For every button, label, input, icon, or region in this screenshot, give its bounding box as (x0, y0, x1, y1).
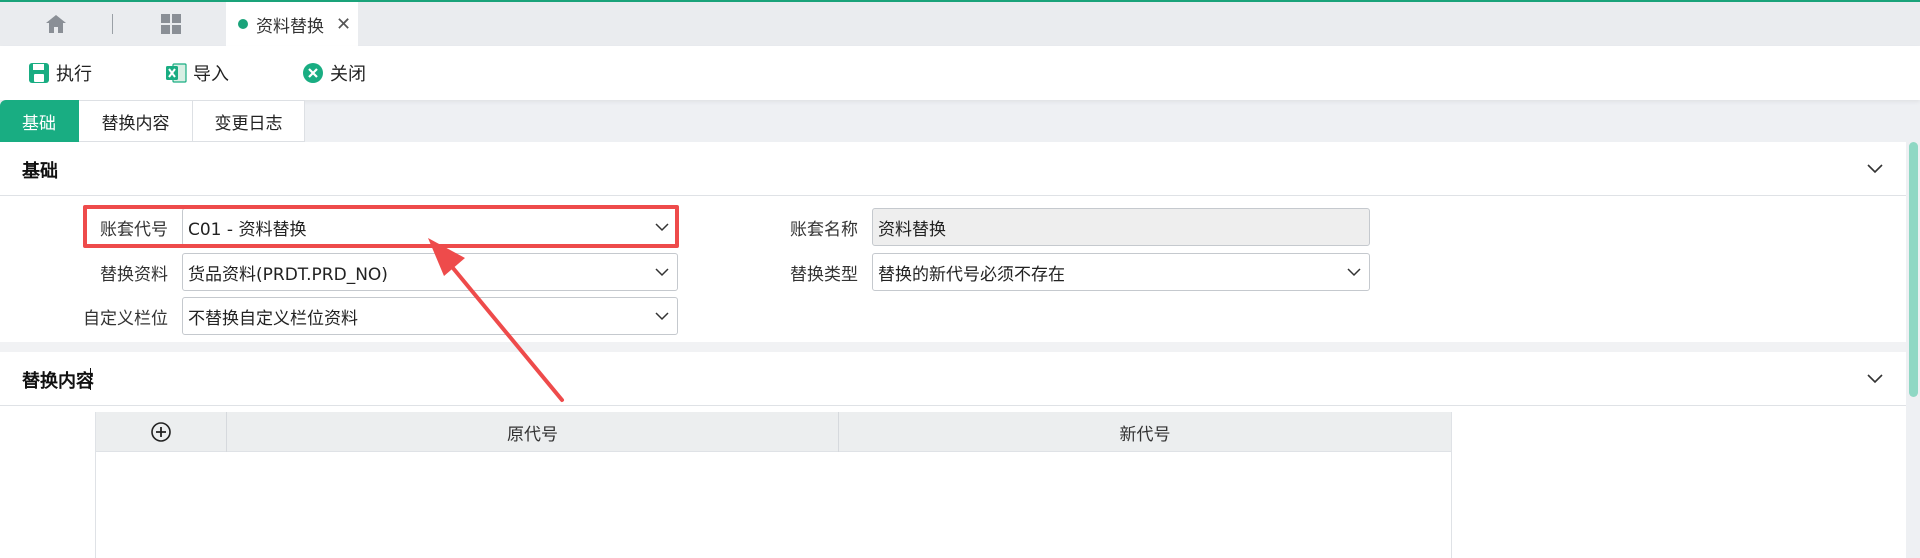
custom-field-select[interactable]: 不替换自定义栏位资料 (182, 297, 678, 335)
account-name-label: 账套名称 (790, 220, 858, 240)
section-title: 替换内容 (22, 371, 94, 392)
replace-grid: 原代号 新代号 (95, 412, 1452, 558)
tab-basic[interactable]: 基础 (0, 100, 79, 142)
tab-label: 资料替换 (256, 16, 324, 37)
import-label: 导入 (193, 64, 229, 85)
chevron-down-icon[interactable] (1866, 160, 1884, 178)
save-icon (29, 63, 49, 83)
column-old-code[interactable]: 原代号 (227, 412, 839, 452)
execute-label: 执行 (56, 64, 92, 85)
annotation-highlight-box (83, 205, 679, 248)
tab-change-log[interactable]: 变更日志 (193, 100, 305, 142)
add-row-button[interactable] (96, 412, 227, 452)
home-icon (46, 15, 66, 33)
scrollbar-thumb[interactable] (1909, 142, 1918, 397)
replace-data-value: 货品资料(PRDT.PRD_NO) (188, 264, 388, 285)
active-dot-icon (238, 19, 248, 29)
account-name-value: 资料替换 (878, 219, 946, 240)
plus-circle-icon (151, 422, 171, 442)
replace-type-select[interactable]: 替换的新代号必须不存在 (872, 253, 1370, 291)
import-button[interactable]: 导入 (165, 46, 229, 100)
toolbar: 执行 导入 关闭 (0, 46, 1920, 100)
section-title: 基础 (22, 161, 58, 182)
excel-icon (166, 63, 187, 83)
custom-field-value: 不替换自定义栏位资料 (188, 308, 358, 329)
apps-tab[interactable] (140, 2, 202, 46)
chevron-down-icon (647, 311, 677, 321)
grid-header: 原代号 新代号 (96, 412, 1451, 452)
execute-button[interactable]: 执行 (28, 46, 92, 100)
account-name-field: 资料替换 (872, 208, 1370, 246)
section-tabs: 基础 替换内容 变更日志 (0, 100, 305, 142)
window-tab-bar: 资料替换 ✕ (0, 0, 1920, 46)
close-label: 关闭 (330, 64, 366, 85)
tab-separator (112, 14, 113, 34)
replace-type-value: 替换的新代号必须不存在 (878, 264, 1065, 285)
column-new-code[interactable]: 新代号 (839, 412, 1451, 452)
grid-apps-icon (161, 14, 181, 34)
tab-replace-content[interactable]: 替换内容 (79, 100, 193, 142)
section-basic-header[interactable]: 基础 (0, 142, 1906, 196)
section-replace-header[interactable]: 替换内容 (0, 352, 1906, 406)
home-tab[interactable] (25, 2, 87, 46)
text-caret (90, 368, 91, 390)
close-button[interactable]: 关闭 (302, 46, 366, 100)
replace-data-label: 替换资料 (100, 265, 168, 285)
replace-type-label: 替换类型 (790, 265, 858, 285)
tab-data-replace[interactable]: 资料替换 ✕ (226, 2, 358, 46)
form-panel: 基础 账套代号 C01 - 资料替换 账套名称 资料替换 替换资料 货品资料(P… (0, 142, 1906, 558)
close-icon[interactable]: ✕ (336, 14, 351, 35)
chevron-down-icon[interactable] (1866, 370, 1884, 388)
custom-field-label: 自定义栏位 (83, 309, 168, 329)
chevron-down-icon (647, 267, 677, 277)
section-divider (0, 342, 1906, 352)
replace-data-select[interactable]: 货品资料(PRDT.PRD_NO) (182, 253, 678, 291)
close-circle-icon (303, 63, 323, 83)
chevron-down-icon (1339, 267, 1369, 277)
vertical-scrollbar[interactable] (1906, 142, 1920, 558)
